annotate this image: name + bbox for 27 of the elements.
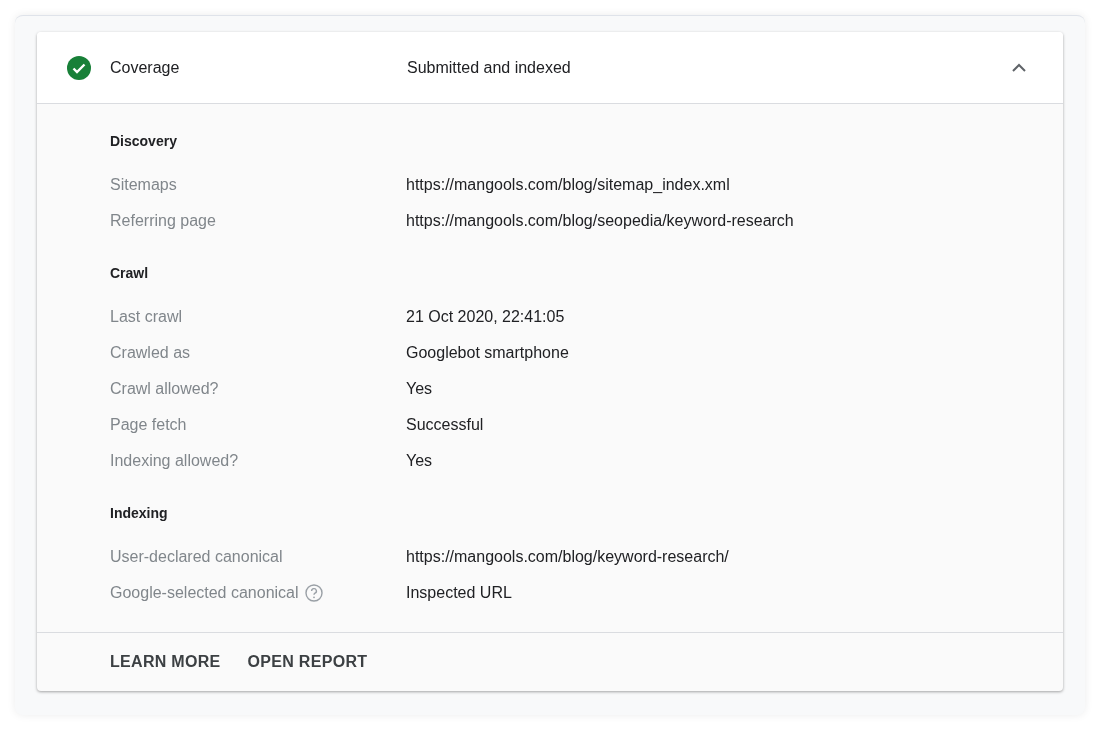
field-label: Google-selected canonical: [110, 583, 299, 603]
field-label: Crawled as: [110, 343, 191, 363]
field-label: Referring page: [110, 211, 216, 231]
field-value: Successful: [406, 415, 484, 435]
field-value: Yes: [406, 379, 433, 399]
field-value: 21 Oct 2020, 22:41:05: [406, 307, 565, 327]
text-button[interactable]: LEARN MORE: [102, 644, 229, 680]
field-value: https://mangools.com/blog/seopedia/keyword-research: [406, 211, 794, 231]
field-label: Sitemaps: [110, 175, 177, 195]
section-heading: Discovery: [110, 132, 178, 151]
status-text: Submitted and indexed: [407, 57, 572, 78]
field-label: Last crawl: [110, 307, 183, 327]
section-heading: Crawl: [110, 264, 150, 283]
field-value: https://mangools.com/blog/keyword-research/: [406, 547, 729, 567]
field-label: Crawl allowed?: [110, 379, 219, 399]
field-label: User-declared canonical: [110, 547, 283, 567]
field-value: Googlebot smartphone: [406, 343, 569, 363]
field-value: Inspected URL: [406, 583, 512, 603]
field-value: https://mangools.com/blog/sitemap_index.xml: [406, 175, 730, 195]
field-label: Page fetch: [110, 415, 187, 435]
field-value: Yes: [406, 451, 433, 471]
text-button[interactable]: OPEN REPORT: [239, 644, 376, 680]
card-title: Coverage: [110, 57, 181, 78]
chevron-icon: [1012, 63, 1026, 72]
help-icon[interactable]: [304, 584, 323, 602]
field-label: Indexing allowed?: [110, 451, 239, 471]
section-heading: Indexing: [110, 504, 169, 523]
